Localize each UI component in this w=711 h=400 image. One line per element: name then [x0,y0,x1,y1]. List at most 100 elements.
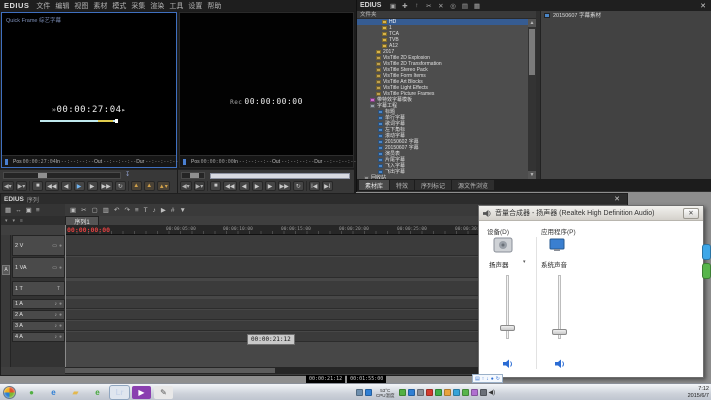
track-header[interactable]: 3 A ♪ ● [12,321,65,331]
scrollbar-thumb[interactable] [65,368,275,373]
device-mute-button[interactable] [501,359,515,370]
next-frame-button[interactable]: ▶ [264,181,276,191]
paint-tool[interactable]: ✎ [154,386,173,399]
fast-forward-button[interactable]: ▶▶ [99,181,113,191]
recorder-monitor[interactable]: Rec 00:00:00:00 Pos00:00:00:00In--:--:--:… [179,12,356,168]
loop-button[interactable]: ↻ [292,181,304,191]
overwrite-mode-icon[interactable]: ↔ [15,207,22,214]
track-panel-icon[interactable]: ▾ [13,218,16,224]
ripple-delete-icon[interactable]: ≡ [135,207,139,214]
shuttle-knob[interactable] [190,173,199,178]
sync-mode-icon[interactable]: ▣ [26,206,32,214]
menu-item[interactable]: 渲染 [150,3,164,10]
track-patch-icon[interactable]: ● [59,243,62,249]
green-browser[interactable]: e [88,386,107,399]
sequence-marker-strip[interactable]: A [1,235,11,367]
progress-playhead[interactable] [115,119,118,123]
insert-mode-icon[interactable]: ▦ [5,206,11,214]
new-sequence-icon[interactable]: ▣ [388,2,397,10]
tray-icon[interactable] [461,389,469,396]
add-clip-icon[interactable]: ✚ [400,2,409,10]
track-panel-icon[interactable]: ▾ [5,218,8,224]
delete-icon[interactable]: ✕ [436,2,445,10]
360-security[interactable]: ● [22,386,41,399]
tray-icon[interactable] [479,389,487,396]
up-folder-icon[interactable]: ↑ [412,2,421,10]
tray-icon[interactable] [425,389,433,396]
shuttle-knob[interactable] [38,173,47,178]
add-to-timeline-button[interactable]: ▲ [130,181,142,191]
slider-handle[interactable] [500,325,515,331]
ripple-mode-icon[interactable]: ≡ [36,207,40,214]
close-icon[interactable]: ✕ [698,2,708,10]
audio-mixer-icon[interactable]: ♪ [153,207,156,214]
menu-item[interactable]: 编辑 [55,3,69,10]
track-header[interactable]: 1 T T [12,281,65,296]
lightroom[interactable]: Lr [109,385,130,400]
tray-icon[interactable] [365,389,372,396]
track-patch-icon[interactable]: ● [59,265,62,271]
taskbar-clock[interactable]: 7:12 2015/6/7 [688,386,709,399]
track-header[interactable]: 4 A ♪ ● [12,332,65,342]
menu-item[interactable]: 设置 [188,3,202,10]
slider-handle[interactable] [552,329,567,335]
menu-item[interactable]: 模式 [112,3,126,10]
set-out-button[interactable]: ▶I [321,181,333,191]
jog-button[interactable]: ▶▾ [193,181,206,191]
menu-item[interactable]: 采集 [131,3,145,10]
fast-forward-button[interactable]: ▶▶ [277,181,291,191]
tray-icon[interactable] [416,389,424,396]
mini-menu-icon[interactable]: ▤ [475,376,480,382]
export-button[interactable]: ▲▾ [156,181,170,191]
loop-button[interactable]: ↻ [114,181,126,191]
internet-explorer[interactable]: e [44,386,63,399]
mini-download-icon[interactable]: ↓ [486,376,489,382]
app-volume-slider[interactable] [551,275,569,353]
playhead-line[interactable] [65,225,66,367]
close-icon[interactable]: ✕ [614,195,620,203]
tray-icon[interactable] [398,389,406,396]
cut-icon[interactable]: ✂ [81,206,86,214]
jog-button[interactable]: ◀▾ [2,181,14,191]
bin-tab[interactable]: 素材库 [359,180,390,190]
track-patch-icon[interactable]: ● [59,334,62,340]
track-header[interactable]: 2 V ▭ ● [12,235,65,256]
scrollbar-thumb[interactable] [529,29,535,75]
device-volume-slider[interactable] [499,275,517,353]
mini-record-icon[interactable]: ● [491,376,494,382]
cut-icon[interactable]: ✂ [424,2,433,10]
view-list-icon[interactable]: ▤ [460,2,469,10]
timeline-titlebar[interactable]: EDIUS 序列 ✕ [1,194,627,204]
bin-tab[interactable]: 源文件浏览 [452,180,495,190]
track-patch-icon[interactable]: ● [59,301,62,307]
clip-progress-bar[interactable] [40,119,118,123]
sidebar-widget-blue[interactable] [702,244,711,260]
stop-button[interactable]: ■ [32,181,44,191]
close-button[interactable]: ✕ [683,207,699,219]
rewind-button[interactable]: ◀◀ [223,181,237,191]
view-thumbnail-icon[interactable]: ▦ [472,2,481,10]
rewind-button[interactable]: ◀◀ [45,181,59,191]
timeline-position-bar[interactable] [210,173,350,179]
paste-icon[interactable]: ▥ [103,206,109,214]
scroll-up-icon[interactable]: ▲ [528,19,536,27]
copy-icon[interactable]: ▢ [92,206,98,214]
tray-icon[interactable] [452,389,460,396]
mini-upload-icon[interactable]: ↑ [482,376,485,382]
dialog-titlebar[interactable]: 音量合成器 - 扬声器 (Realtek High Definition Aud… [479,206,703,221]
shuttle-slider[interactable] [3,172,121,179]
next-frame-button[interactable]: ▶ [86,181,98,191]
sequence-tab[interactable]: 序列1 [65,216,99,226]
track-header[interactable]: 1 VA ▭ ● [12,257,65,278]
menu-item[interactable]: 工具 [169,3,183,10]
undo-icon[interactable]: ↶ [114,206,119,214]
shuttle-slider[interactable] [181,172,205,179]
tray-icon[interactable] [434,389,442,396]
bin-tab[interactable]: 特效 [390,180,415,190]
start-button[interactable] [3,386,16,399]
speaker-device-icon[interactable] [493,237,513,253]
jog-button[interactable]: ▶▾ [15,181,28,191]
tray-icon[interactable] [356,389,363,396]
add-to-bin-button[interactable]: ▲ [143,181,155,191]
track-patch-icon[interactable]: ● [59,312,62,318]
